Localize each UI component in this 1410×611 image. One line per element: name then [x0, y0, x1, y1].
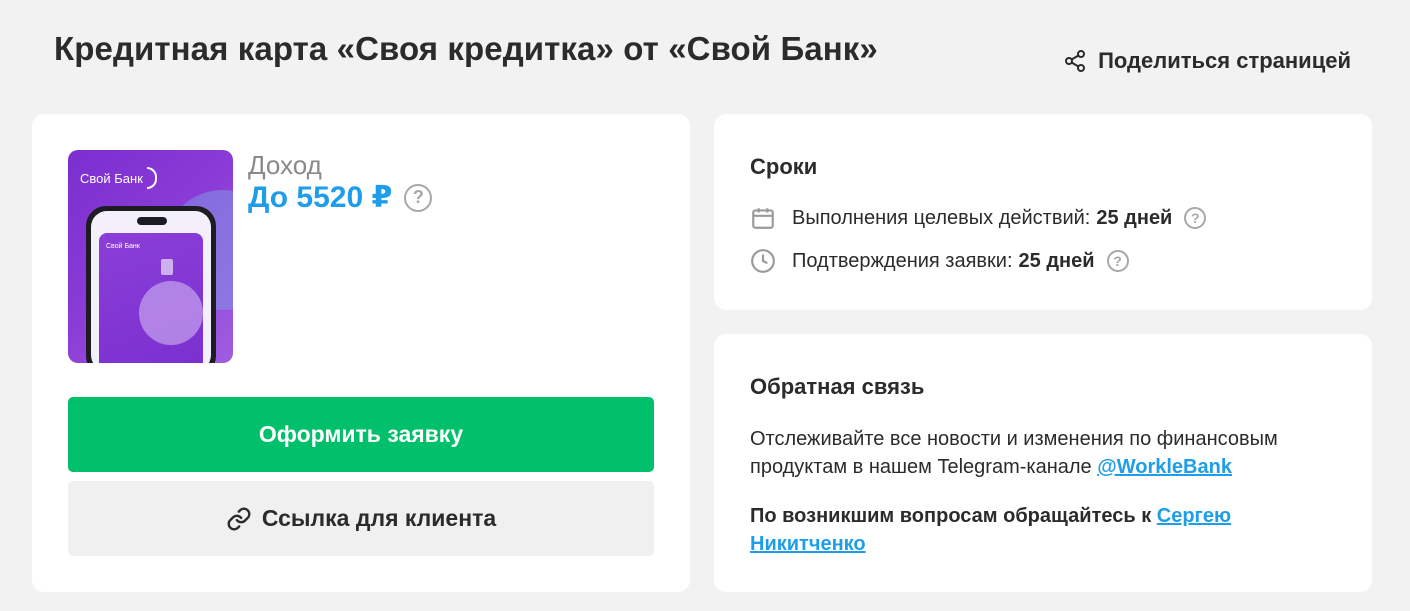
client-link-button[interactable]: Ссылка для клиента [68, 481, 654, 556]
terms-title: Сроки [750, 154, 818, 179]
term-value: 25 дней [1096, 206, 1173, 229]
product-card: Свой Банк Свой Банк Доход До 5520 ₽ ? Оф… [32, 114, 690, 592]
calendar-icon [752, 208, 774, 229]
feedback-text: Отслеживайте все новости и изменения по … [750, 428, 1278, 478]
term-label: Подтверждения заявки: [792, 249, 1013, 272]
link-icon [227, 507, 251, 530]
product-image: Свой Банк Свой Банк [68, 150, 233, 363]
feedback-card: Обратная связь Отслеживайте все новости … [714, 334, 1372, 592]
income-label: Доход [248, 150, 322, 180]
terms-card: Сроки Выполнения целевых действий: 25 дн… [714, 114, 1372, 310]
share-page-button[interactable]: Поделиться страницей [1063, 48, 1351, 74]
client-link-label: Ссылка для клиента [261, 505, 497, 531]
share-icon [1065, 50, 1086, 72]
term-label: Выполнения целевых действий: [792, 206, 1091, 229]
apply-button[interactable]: Оформить заявку [68, 397, 654, 472]
phone-illustration: Свой Банк [86, 206, 216, 363]
telegram-link[interactable]: @WorkleBank [1097, 456, 1232, 478]
page-title: Кредитная карта «Своя кредитка» от «Свой… [54, 30, 878, 67]
term-row-confirmation: Подтверждения заявки: 25 дней ? [750, 248, 1129, 274]
feedback-title: Обратная связь [750, 374, 925, 399]
term-row-actions: Выполнения целевых действий: 25 дней ? [750, 205, 1207, 231]
share-page-label: Поделиться страницей [1098, 48, 1351, 73]
income-amount: До 5520 ₽ [248, 181, 393, 214]
term-value: 25 дней [1018, 249, 1095, 272]
product-image-brand: Свой Банк [80, 167, 157, 189]
term-help-icon[interactable]: ? [1184, 207, 1207, 229]
income-value-row: До 5520 ₽ ? [248, 180, 433, 215]
clock-icon [751, 249, 775, 273]
phone-card-brand: Свой Банк [106, 243, 140, 250]
term-help-icon[interactable]: ? [1106, 250, 1129, 272]
contact-text: По возникшим вопросам обращайтесь к Серг… [750, 505, 1232, 555]
income-help-icon[interactable]: ? [404, 183, 433, 212]
